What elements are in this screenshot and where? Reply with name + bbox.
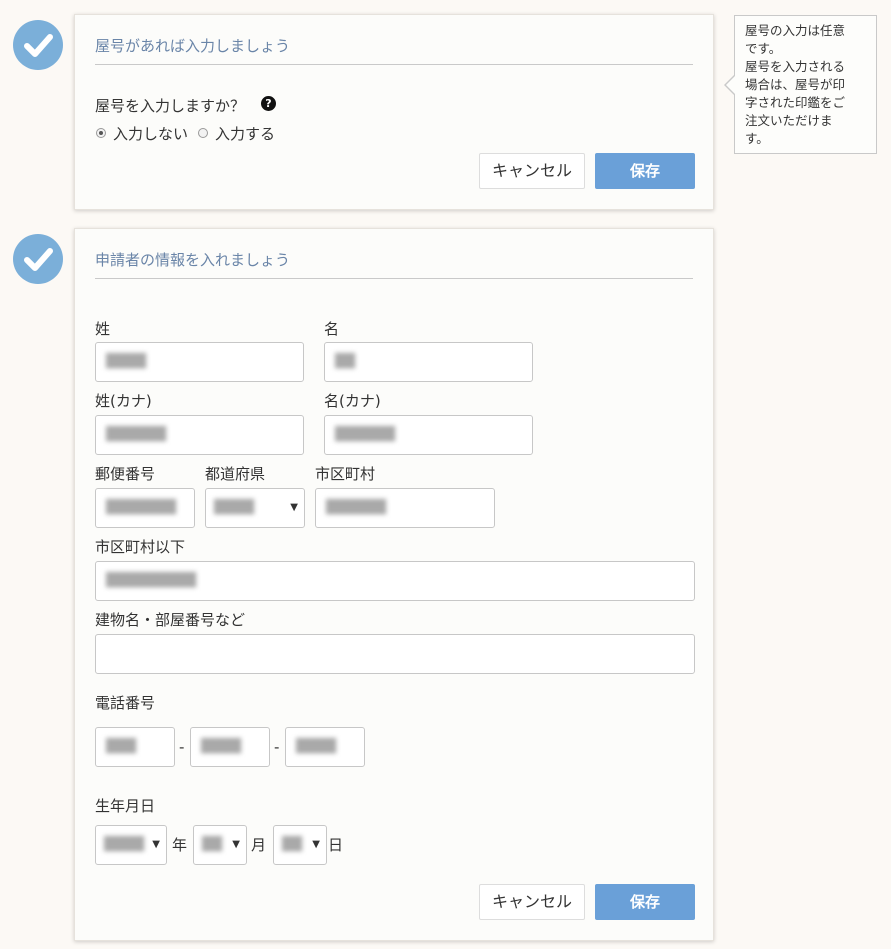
prefecture-label: 都道府県: [205, 465, 266, 483]
tooltip-line: 場合は、屋号が印: [745, 77, 846, 92]
birth-month-value: ██: [202, 837, 222, 852]
prefecture-select[interactable]: ████ ▼: [205, 488, 305, 528]
last-name-label: 姓: [95, 320, 111, 338]
first-name-kana-input[interactable]: ██████: [324, 415, 533, 455]
help-icon[interactable]: ?: [261, 96, 276, 111]
caret-down-icon: ▼: [312, 839, 320, 850]
month-unit: 月: [251, 836, 267, 854]
postal-code-value: ███████: [106, 500, 176, 515]
postal-code-input[interactable]: ███████: [95, 488, 195, 528]
radio-enter-trade-name[interactable]: [198, 128, 208, 138]
trade-name-question: 屋号を入力しますか？: [95, 97, 246, 115]
trade-name-card: 屋号があれば入力しましょう 屋号を入力しますか？ ? 入力しない 入力する キャ…: [74, 14, 714, 210]
divider: [95, 278, 693, 279]
last-name-kana-label: 姓(カナ): [95, 392, 152, 410]
phone-3-value: ████: [296, 739, 336, 754]
tooltip-line: です。: [745, 41, 782, 56]
save-button[interactable]: 保存: [595, 884, 695, 920]
birth-day-select[interactable]: ██ ▼: [273, 825, 327, 865]
caret-down-icon: ▼: [152, 839, 160, 850]
phone-separator: -: [179, 738, 185, 756]
caret-down-icon: ▼: [232, 839, 240, 850]
tooltip-pointer-fill: [726, 75, 736, 95]
radio-no-trade-name[interactable]: [96, 128, 106, 138]
cancel-button[interactable]: キャンセル: [479, 884, 585, 920]
day-unit: 日: [328, 836, 344, 854]
address-label: 市区町村以下: [95, 538, 186, 556]
postal-code-label: 郵便番号: [95, 465, 156, 483]
phone-1-value: ███: [106, 739, 136, 754]
last-name-value: ████: [106, 354, 146, 369]
divider: [95, 64, 693, 65]
radio-enter-trade-name-label[interactable]: 入力する: [215, 123, 275, 144]
applicant-info-card: 申請者の情報を入れましょう 姓 名 ████ ██ 姓(カナ) 名(カナ) ██…: [74, 228, 714, 941]
building-input[interactable]: [95, 634, 695, 674]
city-value: ██████: [326, 500, 386, 515]
year-unit: 年: [172, 836, 188, 854]
trade-name-tooltip: 屋号の入力は任意 です。 屋号を入力される 場合は、屋号が印 字された印鑑をご …: [734, 15, 877, 154]
address-input[interactable]: █████████: [95, 561, 695, 601]
tooltip-line: 屋号の入力は任意: [745, 23, 846, 38]
phone-2-value: ████: [201, 739, 241, 754]
phone-input-3[interactable]: ████: [285, 727, 365, 767]
prefecture-value: ████: [214, 500, 254, 515]
step1-complete-check-icon: [13, 20, 63, 70]
city-label: 市区町村: [315, 465, 376, 483]
tooltip-line: 注文いただけま: [745, 113, 833, 128]
cancel-button[interactable]: キャンセル: [479, 153, 585, 189]
first-name-kana-label: 名(カナ): [324, 392, 381, 410]
applicant-card-title: 申請者の情報を入れましょう: [95, 251, 291, 269]
first-name-kana-value: ██████: [335, 427, 395, 442]
birth-year-value: ████: [104, 837, 144, 852]
building-label: 建物名・部屋番号など: [95, 611, 246, 629]
last-name-kana-input[interactable]: ██████: [95, 415, 304, 455]
phone-separator: -: [274, 738, 280, 756]
tooltip-line: す。: [745, 131, 769, 146]
first-name-value: ██: [335, 354, 355, 369]
phone-input-2[interactable]: ████: [190, 727, 270, 767]
first-name-label: 名: [324, 320, 340, 338]
tooltip-line: 屋号を入力される: [745, 59, 846, 74]
step2-complete-check-icon: [13, 234, 63, 284]
birth-year-select[interactable]: ████ ▼: [95, 825, 167, 865]
last-name-kana-value: ██████: [106, 427, 166, 442]
phone-label: 電話番号: [95, 694, 156, 712]
caret-down-icon: ▼: [290, 502, 298, 513]
city-input[interactable]: ██████: [315, 488, 495, 528]
first-name-input[interactable]: ██: [324, 342, 533, 382]
tooltip-line: 字された印鑑をご: [745, 95, 846, 110]
address-value: █████████: [106, 573, 196, 588]
birthday-label: 生年月日: [95, 797, 156, 815]
phone-input-1[interactable]: ███: [95, 727, 175, 767]
radio-no-trade-name-label[interactable]: 入力しない: [113, 123, 188, 144]
save-button[interactable]: 保存: [595, 153, 695, 189]
last-name-input[interactable]: ████: [95, 342, 304, 382]
trade-name-card-title: 屋号があれば入力しましょう: [95, 37, 291, 55]
birth-day-value: ██: [282, 837, 302, 852]
birth-month-select[interactable]: ██ ▼: [193, 825, 247, 865]
